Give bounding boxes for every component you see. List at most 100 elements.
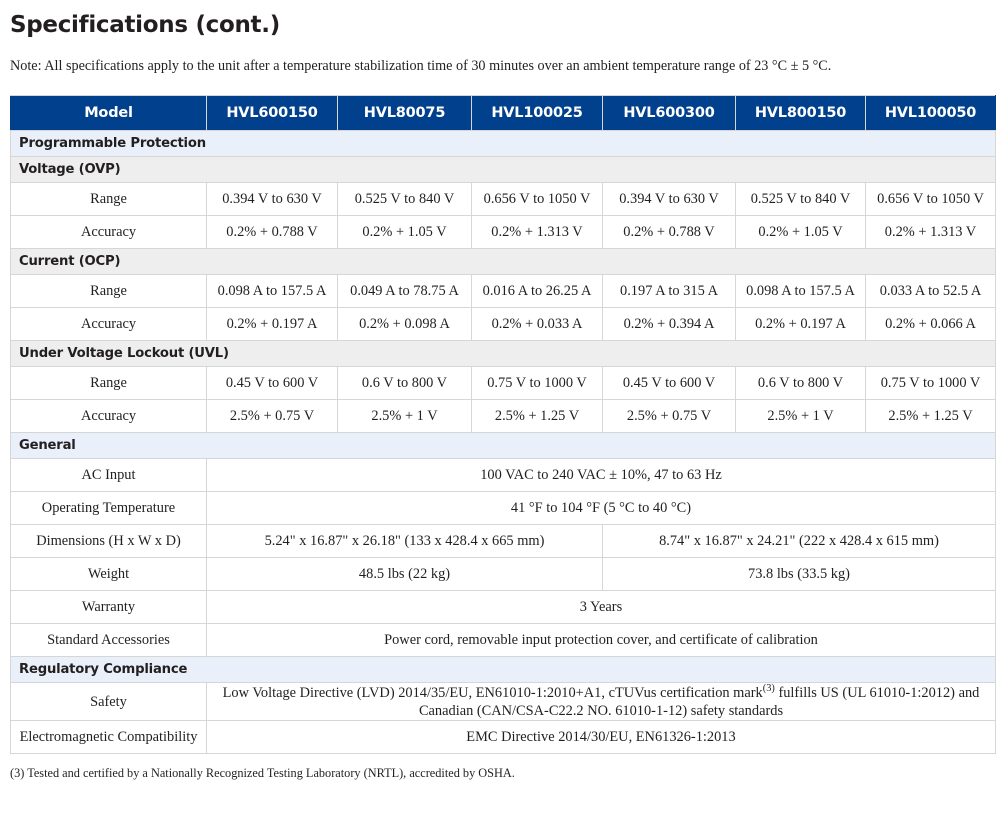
section-label-current-ocp: Current (OCP) bbox=[10, 248, 996, 276]
row-label-operating-temperature: Operating Temperature bbox=[10, 491, 207, 526]
table-row: Dimensions (H x W x D) 5.24" x 16.87" x 2… bbox=[10, 524, 996, 559]
row-label-accuracy: Accuracy bbox=[10, 215, 207, 250]
table-row: Range 0.098 A to 157.5 A 0.049 A to 78.75 … bbox=[10, 274, 996, 309]
cell-value-left: 48.5 lbs (22 kg) bbox=[206, 557, 603, 592]
specifications-note: Note: All specifications apply to the un… bbox=[10, 58, 832, 75]
table-row: Accuracy 2.5% + 0.75 V 2.5% + 1 V 2.5% + 1.… bbox=[10, 399, 996, 434]
row-label-accuracy: Accuracy bbox=[10, 399, 207, 434]
cell-value: 0.75 V to 1000 V bbox=[471, 366, 603, 401]
cell-value: 0.656 V to 1050 V bbox=[865, 182, 996, 217]
cell-value: 0.2% + 0.098 A bbox=[337, 307, 472, 342]
cell-value: 0.2% + 0.788 V bbox=[602, 215, 736, 250]
cell-value: 0.525 V to 840 V bbox=[735, 182, 866, 217]
table-row: AC Input 100 VAC to 240 VAC ± 10%, 47 to … bbox=[10, 458, 996, 493]
cell-value-merged: EMC Directive 2014/30/EU, EN61326-1:2013 bbox=[206, 720, 996, 755]
cell-value: 0.098 A to 157.5 A bbox=[735, 274, 866, 309]
row-label-safety: Safety bbox=[10, 682, 207, 722]
section-label-voltage-ovp: Voltage (OVP) bbox=[10, 156, 996, 184]
cell-value: 0.2% + 0.197 A bbox=[206, 307, 338, 342]
section-header-row: Regulatory Compliance bbox=[10, 656, 996, 684]
cell-value-merged: 41 °F to 104 °F (5 °C to 40 °C) bbox=[206, 491, 996, 526]
table-row: Operating Temperature 41 °F to 104 °F (5 … bbox=[10, 491, 996, 526]
section-header-row: Programmable Protection bbox=[10, 130, 996, 158]
row-label-standard-accessories: Standard Accessories bbox=[10, 623, 207, 658]
row-label-range: Range bbox=[10, 366, 207, 401]
cell-value-safety: Low Voltage Directive (LVD) 2014/35/EU, … bbox=[206, 682, 996, 722]
cell-value-merged: Power cord, removable input protection c… bbox=[206, 623, 996, 658]
column-header-hvl100025: HVL100025 bbox=[471, 95, 603, 132]
row-label-dimensions-h-x-w-x-d: Dimensions (H x W x D) bbox=[10, 524, 207, 559]
table-row: Accuracy 0.2% + 0.788 V 0.2% + 1.05 V 0.2% … bbox=[10, 215, 996, 250]
cell-value: 0.2% + 1.05 V bbox=[337, 215, 472, 250]
cell-value: 2.5% + 0.75 V bbox=[602, 399, 736, 434]
cell-value: 0.2% + 0.788 V bbox=[206, 215, 338, 250]
cell-value-merged: 3 Years bbox=[206, 590, 996, 625]
column-header-hvl800150: HVL800150 bbox=[735, 95, 866, 132]
cell-value-merged: 100 VAC to 240 VAC ± 10%, 47 to 63 Hz bbox=[206, 458, 996, 493]
cell-value: 0.394 V to 630 V bbox=[206, 182, 338, 217]
cell-value: 0.6 V to 800 V bbox=[337, 366, 472, 401]
column-header-hvl600150: HVL600150 bbox=[206, 95, 338, 132]
row-label-electromagnetic-compatibility: Electromagnetic Compatibility bbox=[10, 720, 207, 755]
section-label-under-voltage-lockout-uvl: Under Voltage Lockout (UVL) bbox=[10, 340, 996, 368]
table-row: Electromagnetic Compatibility EMC Directi… bbox=[10, 720, 996, 755]
cell-value: 0.2% + 0.197 A bbox=[735, 307, 866, 342]
column-header-model: Model bbox=[10, 95, 207, 132]
column-header-hvl80075: HVL80075 bbox=[337, 95, 472, 132]
cell-value: 0.45 V to 600 V bbox=[602, 366, 736, 401]
cell-value: 0.6 V to 800 V bbox=[735, 366, 866, 401]
section-header-row: Voltage (OVP) bbox=[10, 156, 996, 184]
cell-value: 0.016 A to 26.25 A bbox=[471, 274, 603, 309]
cell-value: 2.5% + 0.75 V bbox=[206, 399, 338, 434]
cell-value: 0.656 V to 1050 V bbox=[471, 182, 603, 217]
row-label-ac-input: AC Input bbox=[10, 458, 207, 493]
section-header-row: Current (OCP) bbox=[10, 248, 996, 276]
section-label-general: General bbox=[10, 432, 996, 460]
table-row: Standard Accessories Power cord, removabl… bbox=[10, 623, 996, 658]
cell-value: 0.75 V to 1000 V bbox=[865, 366, 996, 401]
cell-value: 0.197 A to 315 A bbox=[602, 274, 736, 309]
cell-value: 2.5% + 1.25 V bbox=[471, 399, 603, 434]
cell-value: 0.2% + 1.313 V bbox=[865, 215, 996, 250]
cell-value: 0.2% + 0.394 A bbox=[602, 307, 736, 342]
cell-value-right: 8.74" x 16.87" x 24.21" (222 x 428.4 x 6… bbox=[602, 524, 996, 559]
cell-value: 0.098 A to 157.5 A bbox=[206, 274, 338, 309]
row-label-range: Range bbox=[10, 274, 207, 309]
cell-value: 0.033 A to 52.5 A bbox=[865, 274, 996, 309]
section-header-row: Under Voltage Lockout (UVL) bbox=[10, 340, 996, 368]
cell-value: 0.394 V to 630 V bbox=[602, 182, 736, 217]
column-header-hvl600300: HVL600300 bbox=[602, 95, 736, 132]
specifications-page: Specifications (cont.) Note: All specifi… bbox=[0, 0, 1000, 829]
table-footnote: (3) Tested and certified by a Nationally… bbox=[10, 766, 515, 781]
row-label-warranty: Warranty bbox=[10, 590, 207, 625]
cell-value: 2.5% + 1.25 V bbox=[865, 399, 996, 434]
row-label-weight: Weight bbox=[10, 557, 207, 592]
cell-value: 0.2% + 1.05 V bbox=[735, 215, 866, 250]
table-row: Warranty 3 Years bbox=[10, 590, 996, 625]
header-row: Model HVL600150 HVL80075 HVL100025 HVL60… bbox=[10, 95, 996, 132]
cell-value: 0.2% + 1.313 V bbox=[471, 215, 603, 250]
row-label-range: Range bbox=[10, 182, 207, 217]
cell-value: 2.5% + 1 V bbox=[735, 399, 866, 434]
cell-value: 0.45 V to 600 V bbox=[206, 366, 338, 401]
specifications-table: Model HVL600150 HVL80075 HVL100025 HVL60… bbox=[10, 95, 996, 755]
table-header: Model HVL600150 HVL80075 HVL100025 HVL60… bbox=[10, 95, 996, 132]
cell-value: 0.2% + 0.033 A bbox=[471, 307, 603, 342]
section-header-row: General bbox=[10, 432, 996, 460]
cell-value: 2.5% + 1 V bbox=[337, 399, 472, 434]
cell-value: 0.2% + 0.066 A bbox=[865, 307, 996, 342]
table-row: Range 0.45 V to 600 V 0.6 V to 800 V 0.75 V… bbox=[10, 366, 996, 401]
cell-value: 0.049 A to 78.75 A bbox=[337, 274, 472, 309]
page-title: Specifications (cont.) bbox=[10, 12, 280, 38]
cell-value: 0.525 V to 840 V bbox=[337, 182, 472, 217]
table-row: Range 0.394 V to 630 V 0.525 V to 840 V 0.6… bbox=[10, 182, 996, 217]
table-row: Weight 48.5 lbs (22 kg) 73.8 lbs (33.5 kg) bbox=[10, 557, 996, 592]
row-label-accuracy: Accuracy bbox=[10, 307, 207, 342]
cell-value-left: 5.24" x 16.87" x 26.18" (133 x 428.4 x 6… bbox=[206, 524, 603, 559]
table-body: Programmable Protection Voltage (OVP) Rang… bbox=[10, 130, 996, 755]
section-label-regulatory-compliance: Regulatory Compliance bbox=[10, 656, 996, 684]
cell-value-right: 73.8 lbs (33.5 kg) bbox=[602, 557, 996, 592]
column-header-hvl100050: HVL100050 bbox=[865, 95, 996, 132]
safety-text-part1: Low Voltage Directive (LVD) 2014/35/EU, … bbox=[222, 685, 763, 702]
footnote-marker: (3) bbox=[762, 683, 775, 695]
